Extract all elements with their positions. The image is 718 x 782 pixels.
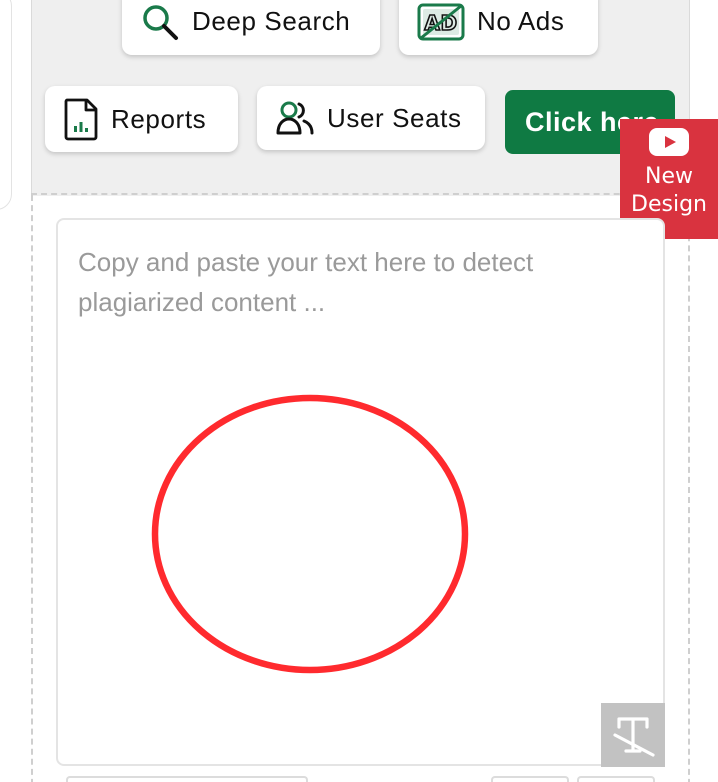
no-ads-label: No Ads (477, 6, 565, 36)
no-ads-button[interactable]: AD No Ads (399, 0, 598, 55)
search-icon (140, 2, 180, 42)
left-card-edge (0, 0, 12, 210)
new-design-line1: New (645, 164, 693, 189)
dashed-border-right (688, 195, 690, 782)
reports-button[interactable]: Reports (45, 86, 238, 152)
users-icon (275, 98, 315, 138)
deep-search-label: Deep Search (192, 6, 351, 36)
page: Deep Search AD No Ads Reports (0, 0, 718, 782)
ad-block-icon: AD (417, 2, 465, 42)
bottom-control-stub (66, 776, 308, 782)
deep-search-button[interactable]: Deep Search (122, 0, 380, 55)
bottom-control-stub (577, 776, 655, 782)
user-seats-label: User Seats (327, 102, 462, 133)
dashed-divider (31, 193, 690, 195)
youtube-icon (649, 128, 689, 156)
new-design-line2: Design (631, 192, 707, 217)
dashed-border-left (31, 195, 33, 782)
plagiarism-text-input[interactable] (58, 220, 663, 764)
font-toggle-button[interactable] (601, 703, 665, 767)
report-file-icon (63, 97, 99, 141)
text-editor (56, 218, 665, 766)
user-seats-button[interactable]: User Seats (257, 86, 485, 150)
reports-label: Reports (111, 103, 207, 134)
text-format-icon (613, 717, 655, 757)
bottom-control-stub (491, 776, 569, 782)
